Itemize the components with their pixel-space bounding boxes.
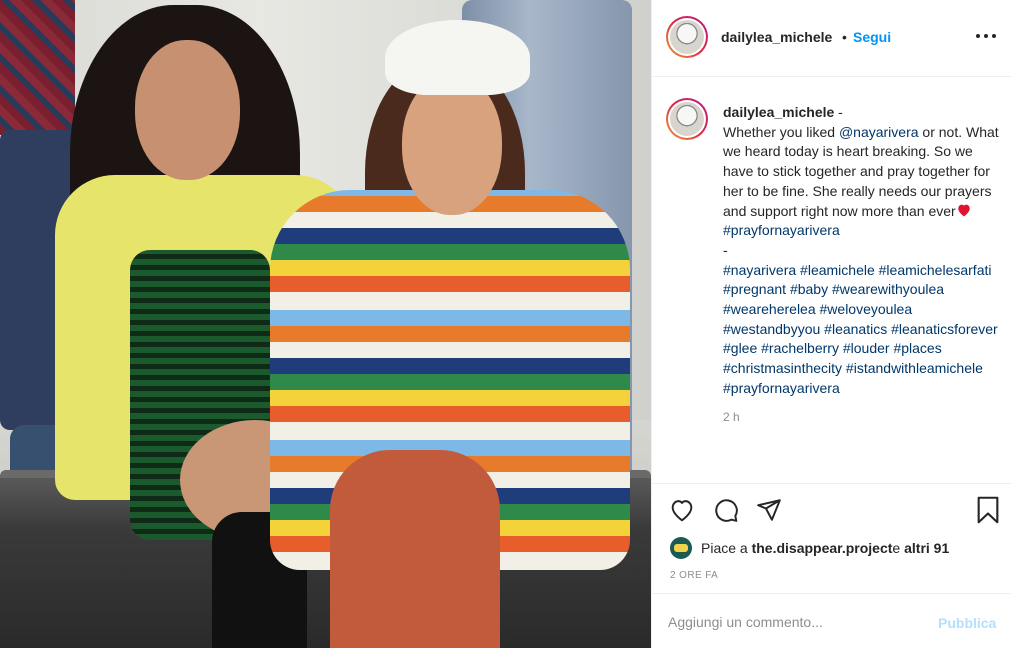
header-username[interactable]: dailylea_michele [721,29,832,45]
post-date[interactable]: 2 ORE FA [670,570,718,581]
likes-middle: e [892,540,901,556]
post-photo[interactable] [0,0,651,648]
liker-avatar[interactable] [670,537,692,559]
liker-username[interactable]: the.disappear.project [752,540,893,556]
photo-bystander-plaid-shirt [0,0,75,135]
caption-line1-pre: Whether you liked [723,123,839,140]
comment-input[interactable] [668,611,928,633]
publish-button[interactable]: Pubblica [938,615,996,631]
photo-orange-tights [330,450,500,648]
save-button[interactable] [973,495,1003,525]
caption-area: dailylea_michele - Whether you liked @na… [652,78,1011,483]
more-options-icon[interactable] [972,24,1002,48]
bookmark-icon [977,496,999,524]
like-button[interactable] [667,495,697,525]
comment-box: Pubblica [652,593,1011,648]
caption-dash: - [834,104,843,120]
comment-button[interactable] [711,495,741,525]
comment-bubble-icon [715,499,738,522]
likes-summary: Piace a the.disappear.project e altri 91 [670,537,949,559]
photo-woman-left-face [135,40,240,180]
heart-icon [671,500,693,522]
caption-hashtags[interactable]: #nayarivera #leamichele #leamichelesarfa… [723,262,998,396]
caption-username[interactable]: dailylea_michele [723,104,834,120]
caption-dash-line: - [723,241,728,258]
caption-hashtag-prayfor[interactable]: #prayfornayarivera [723,222,840,238]
likes-others-link[interactable]: altri 91 [904,540,949,556]
follow-button[interactable]: Segui [853,29,891,45]
post-side-panel: dailylea_michele • Segui dailylea_michel… [651,0,1011,648]
paper-plane-icon [757,499,781,521]
header-separator: • [842,29,847,45]
caption-mention-link[interactable]: @nayarivera [839,124,919,140]
photo-woman-right-face [402,75,502,215]
caption-avatar[interactable] [666,98,708,140]
red-heart-emoji-icon [957,204,970,216]
avatar[interactable] [666,16,708,58]
post-actions: Piace a the.disappear.project e altri 91… [652,483,1011,593]
share-button[interactable] [754,495,784,525]
likes-prefix: Piace a [701,540,748,556]
caption-time: 2 h [723,409,740,424]
photo-white-beret [385,20,530,95]
caption-text: dailylea_michele - Whether you liked @na… [723,103,1001,427]
post-header: dailylea_michele • Segui [652,0,1011,77]
